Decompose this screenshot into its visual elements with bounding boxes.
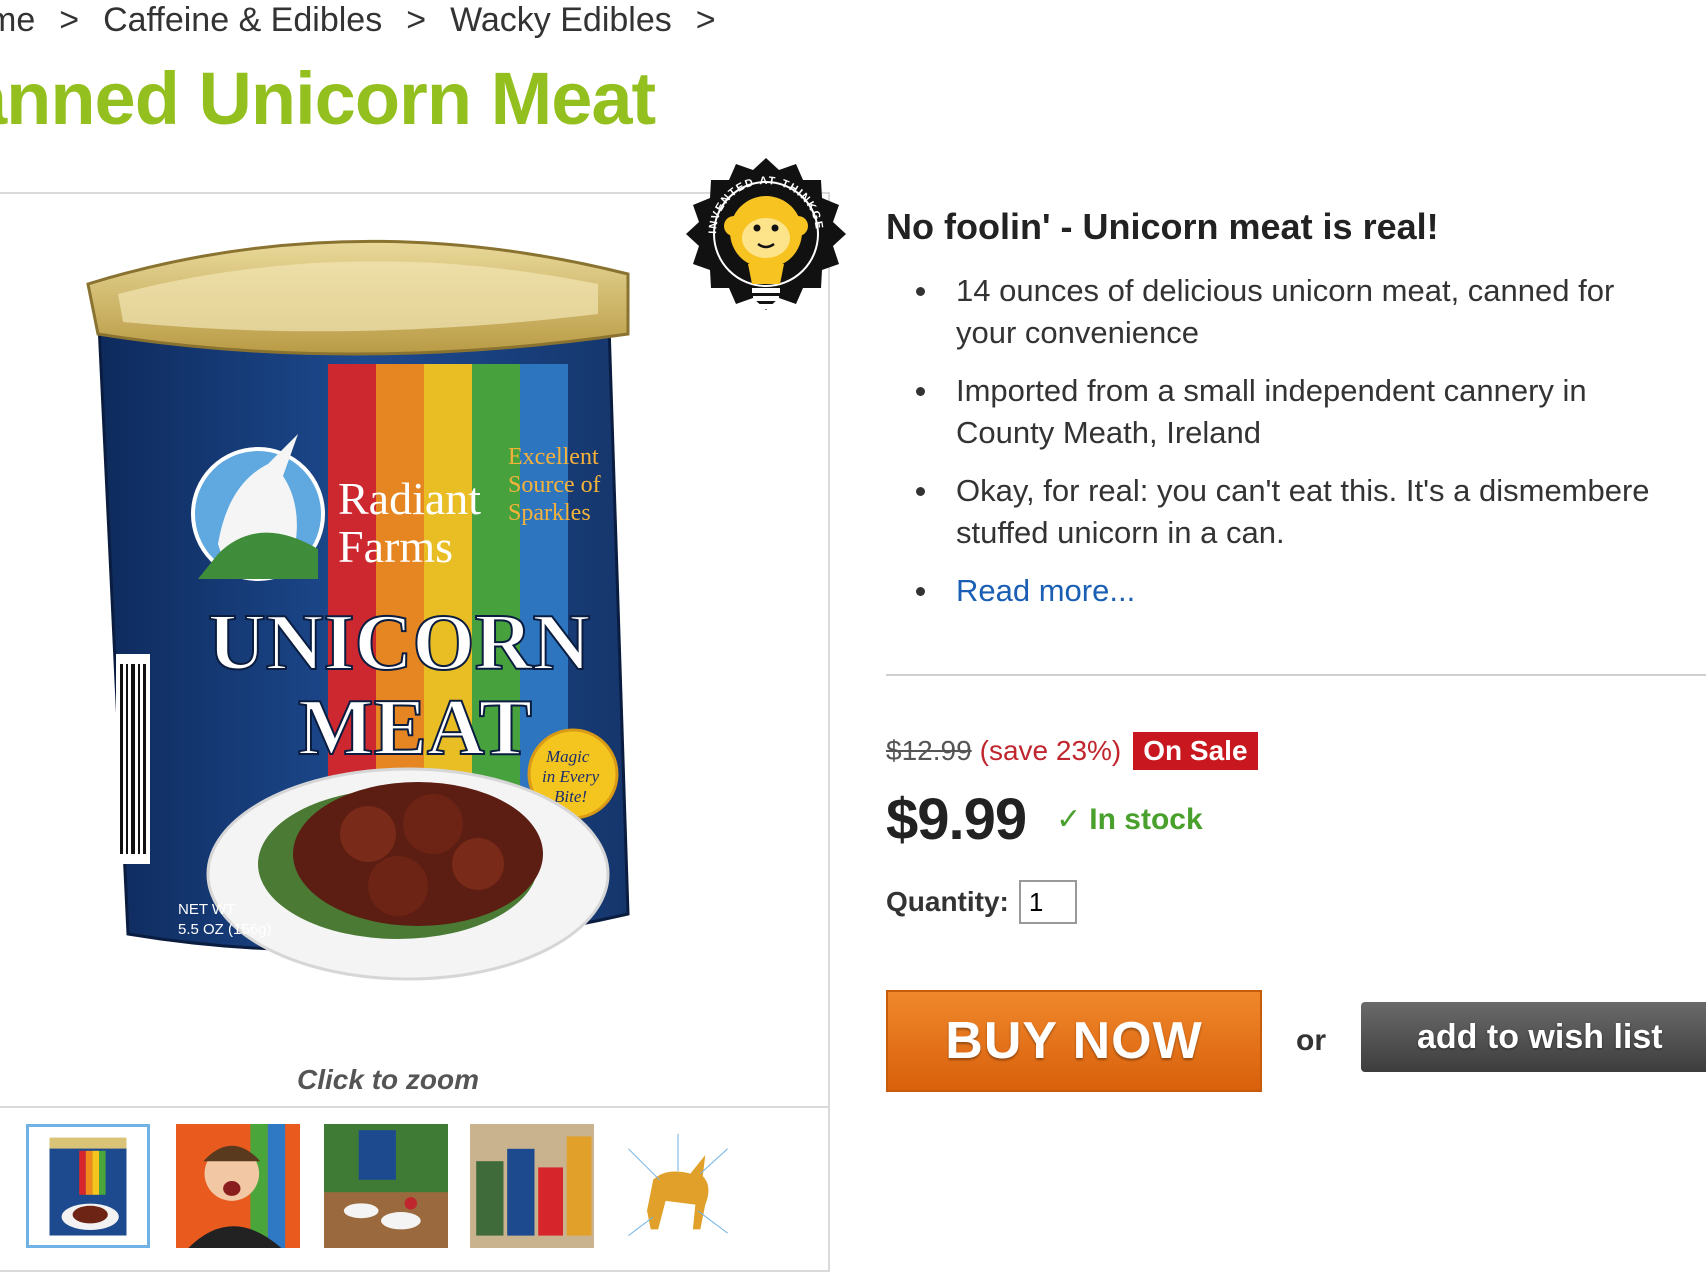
breadcrumb-separator: > — [59, 0, 80, 39]
thumbnail-can[interactable] — [26, 1124, 150, 1248]
breadcrumb-wacky-edibles[interactable]: Wacky Edibles — [450, 1, 672, 40]
feature-text: Imported from a small independent canner… — [956, 373, 1587, 408]
product-tagline: No foolin' - Unicorn meat is real! — [886, 206, 1439, 247]
feature-text: County Meath, Ireland — [956, 415, 1262, 450]
thumbnail-strip — [0, 1106, 828, 1276]
can-name-line2: MEAT — [298, 684, 532, 772]
can-brand-line1: Radiant — [338, 473, 481, 524]
savings-text: (save 23%) — [979, 735, 1122, 766]
breadcrumb-caffeine-edibles[interactable]: Caffeine & Edibles — [103, 1, 382, 40]
can-source-line2: Source of — [508, 472, 601, 498]
details-divider — [886, 674, 1706, 676]
can-brand-line2: Farms — [338, 521, 453, 572]
thumbnail-diagram[interactable] — [616, 1124, 740, 1248]
feature-item: Okay, for real: you can't eat this. It's… — [886, 470, 1706, 554]
feature-item: Imported from a small independent canner… — [886, 370, 1706, 454]
old-price: $12.99 — [886, 735, 972, 766]
breadcrumb-separator: > — [695, 0, 716, 39]
buy-now-button[interactable]: BUY NOW — [886, 990, 1262, 1092]
can-magic-line3: Bite! — [554, 787, 587, 806]
can-source-line3: Sparkles — [508, 500, 591, 526]
can-netwt-line1: NET WT — [178, 901, 235, 918]
can-magic-line2: in Every — [542, 767, 600, 786]
feature-item: 14 ounces of delicious unicorn meat, can… — [886, 270, 1706, 354]
product-page: me > Caffeine & Edibles > Wacky Edibles … — [0, 0, 1706, 1280]
current-price: $9.99 — [886, 787, 1027, 852]
feature-text: stuffed unicorn in a can. — [956, 515, 1285, 550]
feature-text: 14 ounces of delicious unicorn meat, can… — [956, 273, 1615, 308]
read-more-link[interactable]: Read more... — [956, 573, 1135, 608]
or-text: or — [1296, 1024, 1326, 1057]
breadcrumb-separator: > — [406, 0, 427, 39]
feature-item: Read more... — [886, 570, 1706, 612]
breadcrumb: me > Caffeine & Edibles > Wacky Edibles … — [0, 0, 740, 40]
thumbnail-plush[interactable] — [324, 1124, 448, 1248]
feature-text: your convenience — [956, 315, 1199, 350]
thinkgeek-badge: INVENTED AT THINKGEEK — [676, 156, 846, 322]
on-sale-badge: On Sale — [1133, 732, 1258, 770]
quantity-input[interactable] — [1018, 880, 1077, 924]
product-details: No foolin' - Unicorn meat is real! 14 ou… — [886, 200, 1706, 628]
thumbnail-cans[interactable] — [470, 1124, 594, 1248]
product-image[interactable]: Radiant Farms Excellent Source of Sparkl… — [68, 214, 688, 1034]
feature-list: 14 ounces of delicious unicorn meat, can… — [886, 270, 1706, 612]
feature-text: Okay, for real: you can't eat this. It's… — [956, 473, 1650, 508]
breadcrumb-home[interactable]: me — [0, 1, 35, 40]
stock-status: ✓ In stock — [1056, 802, 1203, 837]
thumbnail-person[interactable] — [176, 1124, 300, 1248]
check-icon: ✓ — [1056, 803, 1082, 836]
add-to-wishlist-button[interactable]: add to wish list — [1361, 1002, 1706, 1072]
price-original-row: $12.99 (save 23%) On Sale — [886, 732, 1258, 770]
can-name-line1: UNICORN — [208, 599, 590, 687]
quantity-row: Quantity: — [886, 880, 1077, 924]
zoom-caption[interactable]: Click to zoom — [0, 1064, 778, 1096]
price-current-row: $9.99 ✓ In stock — [886, 786, 1203, 853]
quantity-label: Quantity: — [886, 886, 1009, 917]
can-source-line1: Excellent — [508, 444, 599, 470]
can-magic-line1: Magic — [545, 747, 590, 766]
stock-status-text: In stock — [1089, 802, 1203, 836]
can-netwt-line2: 5.5 OZ (156g) — [178, 921, 271, 938]
page-title: anned Unicorn Meat — [0, 57, 656, 140]
